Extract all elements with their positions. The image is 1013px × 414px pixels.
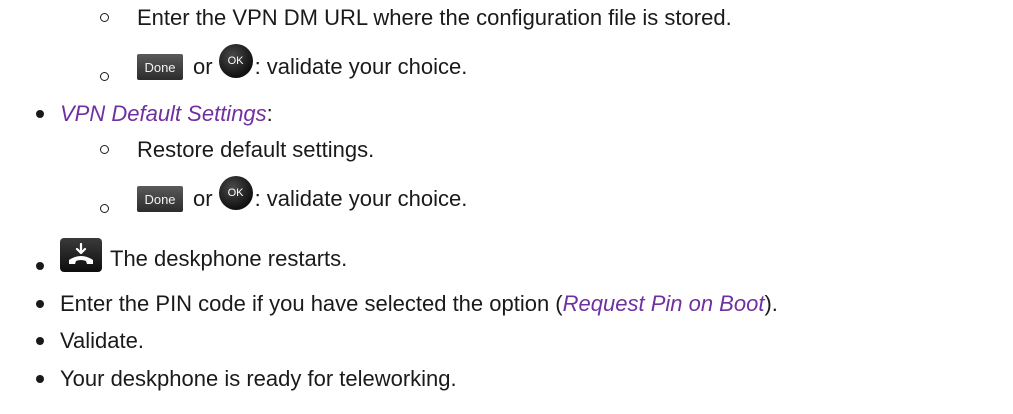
sub-list-item: Done or OK : validate your choice. xyxy=(100,42,467,92)
bullet-icon xyxy=(36,375,44,383)
bullet-icon xyxy=(36,337,44,345)
bullet-icon xyxy=(36,300,44,308)
list-text: Restore default settings. xyxy=(137,137,375,162)
sub-list-item: Done or OK : validate your choice. xyxy=(100,174,467,224)
list-item: Validate. xyxy=(36,323,144,359)
list-item: The deskphone restarts. xyxy=(36,232,347,282)
setting-name: VPN Default Settings xyxy=(60,101,267,126)
option-name: Request Pin on Boot xyxy=(562,291,765,316)
hollow-bullet-icon xyxy=(100,13,109,22)
bullet-icon xyxy=(36,110,44,118)
sub-list-item: Enter the VPN DM URL where the configura… xyxy=(100,0,732,36)
done-button: Done xyxy=(137,54,183,80)
or-text: or xyxy=(193,186,213,211)
bullet-icon xyxy=(36,262,44,270)
list-text: Validate. xyxy=(60,328,144,353)
list-item: Enter the PIN code if you have selected … xyxy=(36,286,778,322)
handset-down-icon xyxy=(60,238,102,272)
ok-button: OK xyxy=(218,44,253,78)
hollow-bullet-icon xyxy=(100,145,109,154)
list-text: : validate your choice. xyxy=(254,54,468,79)
list-item: VPN Default Settings: xyxy=(36,96,273,132)
sub-list-item: Restore default settings. xyxy=(100,132,374,168)
list-text: The deskphone restarts. xyxy=(110,246,348,271)
list-text: Your deskphone is ready for teleworking. xyxy=(60,366,457,391)
list-text: Enter the PIN code if you have selected … xyxy=(60,291,563,316)
list-item: Your deskphone is ready for teleworking. xyxy=(36,361,457,397)
list-text: Enter the VPN DM URL where the configura… xyxy=(137,5,732,30)
done-button: Done xyxy=(137,186,183,212)
ok-button: OK xyxy=(218,176,253,210)
hollow-bullet-icon xyxy=(100,72,109,81)
list-text: : xyxy=(266,101,273,126)
list-text: : validate your choice. xyxy=(254,186,468,211)
list-text: ). xyxy=(764,291,778,316)
hollow-bullet-icon xyxy=(100,204,109,213)
or-text: or xyxy=(193,54,213,79)
